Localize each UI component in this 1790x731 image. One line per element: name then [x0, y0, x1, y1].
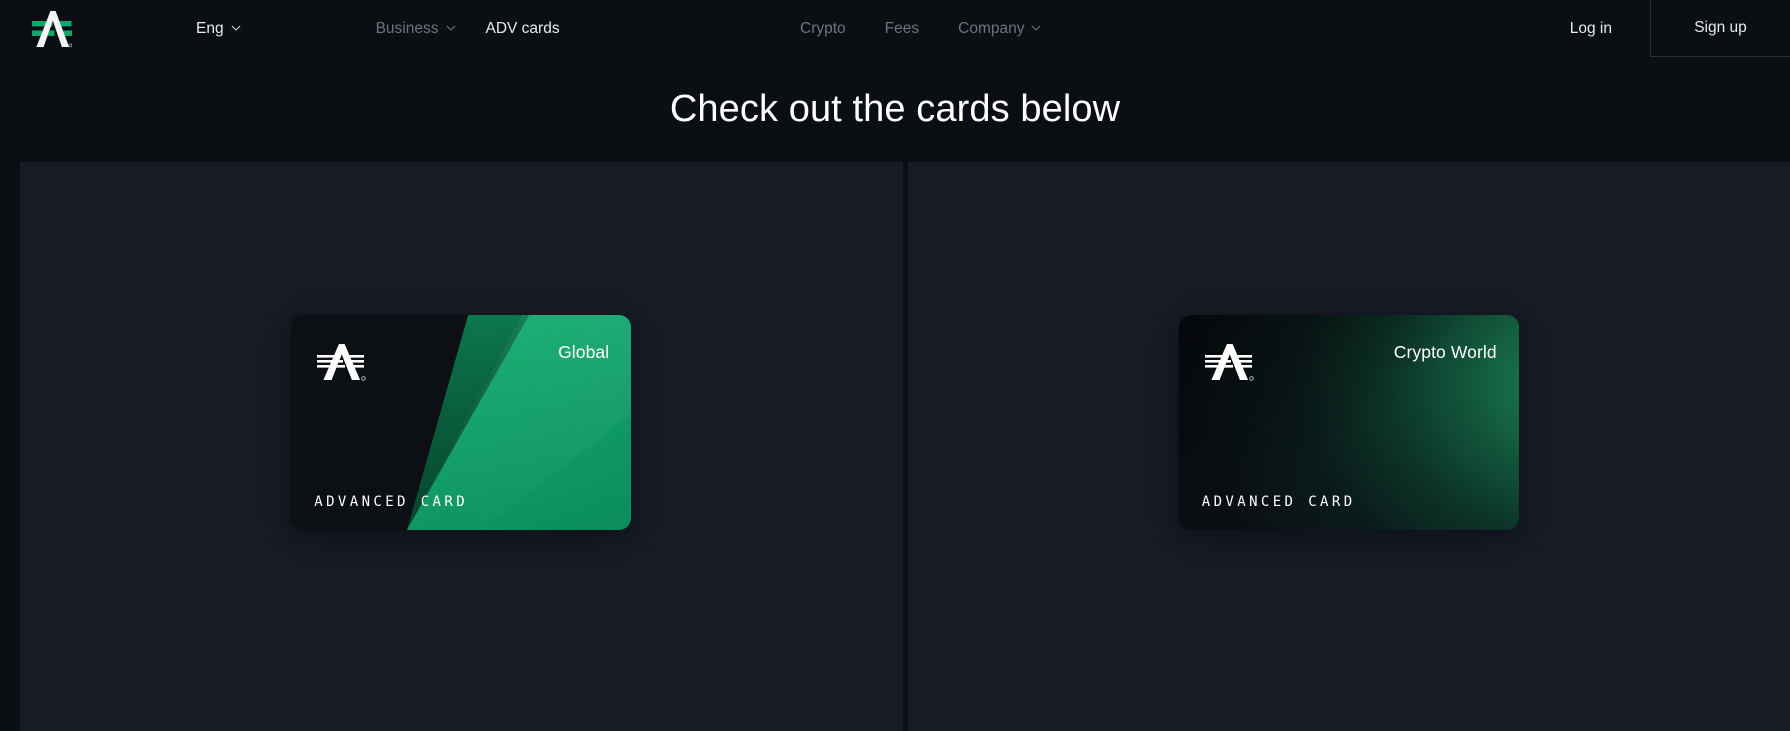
- nav-item-fees-label: Fees: [884, 19, 920, 37]
- nav-item-fees[interactable]: Fees: [885, 20, 919, 38]
- header-actions: Log in Sign up: [1570, 0, 1790, 57]
- advcash-a-logo-icon: [1204, 344, 1254, 381]
- chevron-down-icon: [1031, 23, 1041, 33]
- nav-item-adv-cards-label: ADV cards: [485, 19, 560, 37]
- advcash-a-logo-icon: [32, 10, 73, 47]
- nav-item-business-label: Business: [375, 19, 439, 37]
- global-card[interactable]: Global ADVANCED CARD: [291, 315, 632, 530]
- language-selector[interactable]: Eng: [196, 20, 241, 38]
- primary-nav-center: Crypto Fees Company: [800, 20, 1041, 38]
- card-title: Crypto World: [1393, 342, 1497, 362]
- language-label: Eng: [196, 19, 224, 37]
- log-in-link[interactable]: Log in: [1570, 20, 1650, 38]
- global-card-panel[interactable]: Global ADVANCED CARD: [20, 162, 903, 731]
- sign-up-button[interactable]: Sign up: [1650, 0, 1790, 57]
- chevron-down-icon: [446, 23, 456, 33]
- site-header: Eng Business ADV cards Crypto Fees Compa…: [0, 0, 1790, 57]
- global-card-panel-inner: Global ADVANCED CARD: [20, 315, 903, 530]
- card-logo: [1201, 341, 1259, 383]
- page-title: Check out the cards below: [669, 88, 1121, 130]
- card-brand-text: ADVANCED CARD: [314, 494, 469, 510]
- nav-item-adv-cards[interactable]: ADV cards: [486, 20, 560, 38]
- chevron-down-icon: [231, 23, 241, 33]
- nav-item-business[interactable]: Business: [376, 20, 456, 38]
- card-logo: [313, 341, 371, 383]
- advcash-logo[interactable]: [24, 5, 80, 53]
- nav-item-company-label: Company: [958, 19, 1025, 37]
- card-title: Global: [558, 342, 610, 362]
- crypto-world-card-panel-inner: Crypto World ADVANCED CARD: [908, 315, 1790, 530]
- crypto-world-card[interactable]: Crypto World ADVANCED CARD: [1178, 315, 1519, 530]
- nav-item-crypto[interactable]: Crypto: [800, 20, 846, 38]
- cards-panel-row: Global ADVANCED CARD Crypto World ADVANC…: [0, 162, 1790, 731]
- primary-nav-left: Eng Business ADV cards: [196, 20, 560, 38]
- hero-section: Check out the cards below: [0, 57, 1790, 162]
- crypto-world-card-panel[interactable]: Crypto World ADVANCED CARD: [907, 162, 1790, 731]
- advcash-a-logo-icon: [317, 344, 366, 381]
- card-brand-text: ADVANCED CARD: [1201, 494, 1356, 510]
- nav-item-crypto-label: Crypto: [800, 19, 846, 37]
- nav-item-company[interactable]: Company: [958, 20, 1041, 38]
